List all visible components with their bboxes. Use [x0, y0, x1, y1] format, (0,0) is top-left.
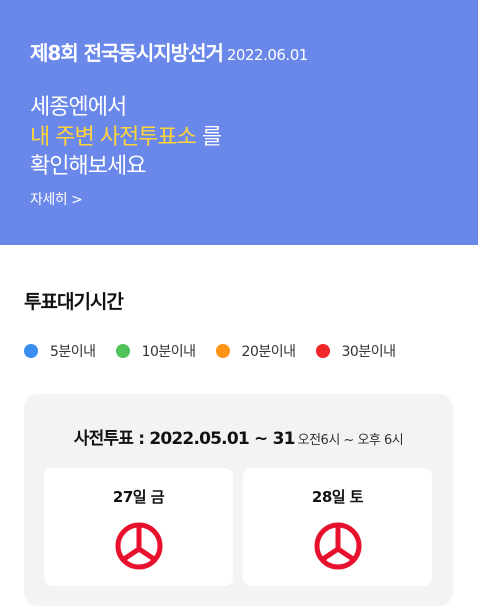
legend-dot-red-icon: [315, 344, 330, 358]
banner-line-2: 내 주변 사전투표소 를: [30, 119, 222, 151]
wait-time-legend: 5분이내 10분이내 20분이내 30분이내: [24, 341, 415, 361]
legend-dot-blue-icon: [24, 344, 38, 358]
early-voting-period: 사전투표 : 2022.05.01 ~ 31: [73, 429, 296, 449]
banner-title: 제8회 전국동시지방선거 2022.06.01: [30, 37, 308, 66]
vote-stamp-icon: [314, 522, 362, 570]
day-card-27[interactable]: 27일 금: [44, 468, 233, 586]
legend-dot-orange-icon: [215, 344, 230, 358]
section-title: 투표대기시간: [24, 291, 124, 313]
day-card-28[interactable]: 28일 토: [243, 468, 432, 586]
detail-link[interactable]: 자세히 >: [30, 189, 83, 209]
day-label: 27일 금: [112, 488, 165, 506]
legend-label: 20분이내: [241, 344, 296, 360]
legend-label: 10분이내: [141, 344, 196, 360]
legend-label: 5분이내: [50, 344, 96, 360]
legend-item-5min: 5분이내: [24, 341, 96, 361]
banner-line-3: 확인해보세요: [30, 154, 146, 179]
legend-item-10min: 10분이내: [115, 341, 196, 361]
legend-item-20min: 20분이내: [215, 341, 296, 361]
legend-item-30min: 30분이내: [315, 341, 396, 361]
election-banner[interactable]: 제8회 전국동시지방선거 2022.06.01 세종엔에서 내 주변 사전투표소 …: [0, 0, 478, 245]
day-label: 28일 토: [311, 488, 364, 506]
early-voting-heading: 사전투표 : 2022.05.01 ~ 31 오전6시 ~ 오후 6시: [24, 424, 453, 449]
election-date: 2022.06.01: [226, 46, 308, 64]
election-name: 제8회 전국동시지방선거: [30, 41, 224, 65]
banner-highlight: 내 주변 사전투표소: [30, 125, 197, 150]
vote-stamp-icon: [115, 522, 163, 570]
early-voting-card: 사전투표 : 2022.05.01 ~ 31 오전6시 ~ 오후 6시 27일 금…: [24, 394, 453, 606]
banner-line-1: 세종엔에서: [30, 95, 127, 120]
legend-label: 30분이내: [341, 344, 396, 360]
banner-line-2-rest: 를: [201, 125, 222, 150]
legend-dot-green-icon: [115, 344, 130, 358]
voting-hours: 오전6시 ~ 오후 6시: [297, 433, 404, 448]
